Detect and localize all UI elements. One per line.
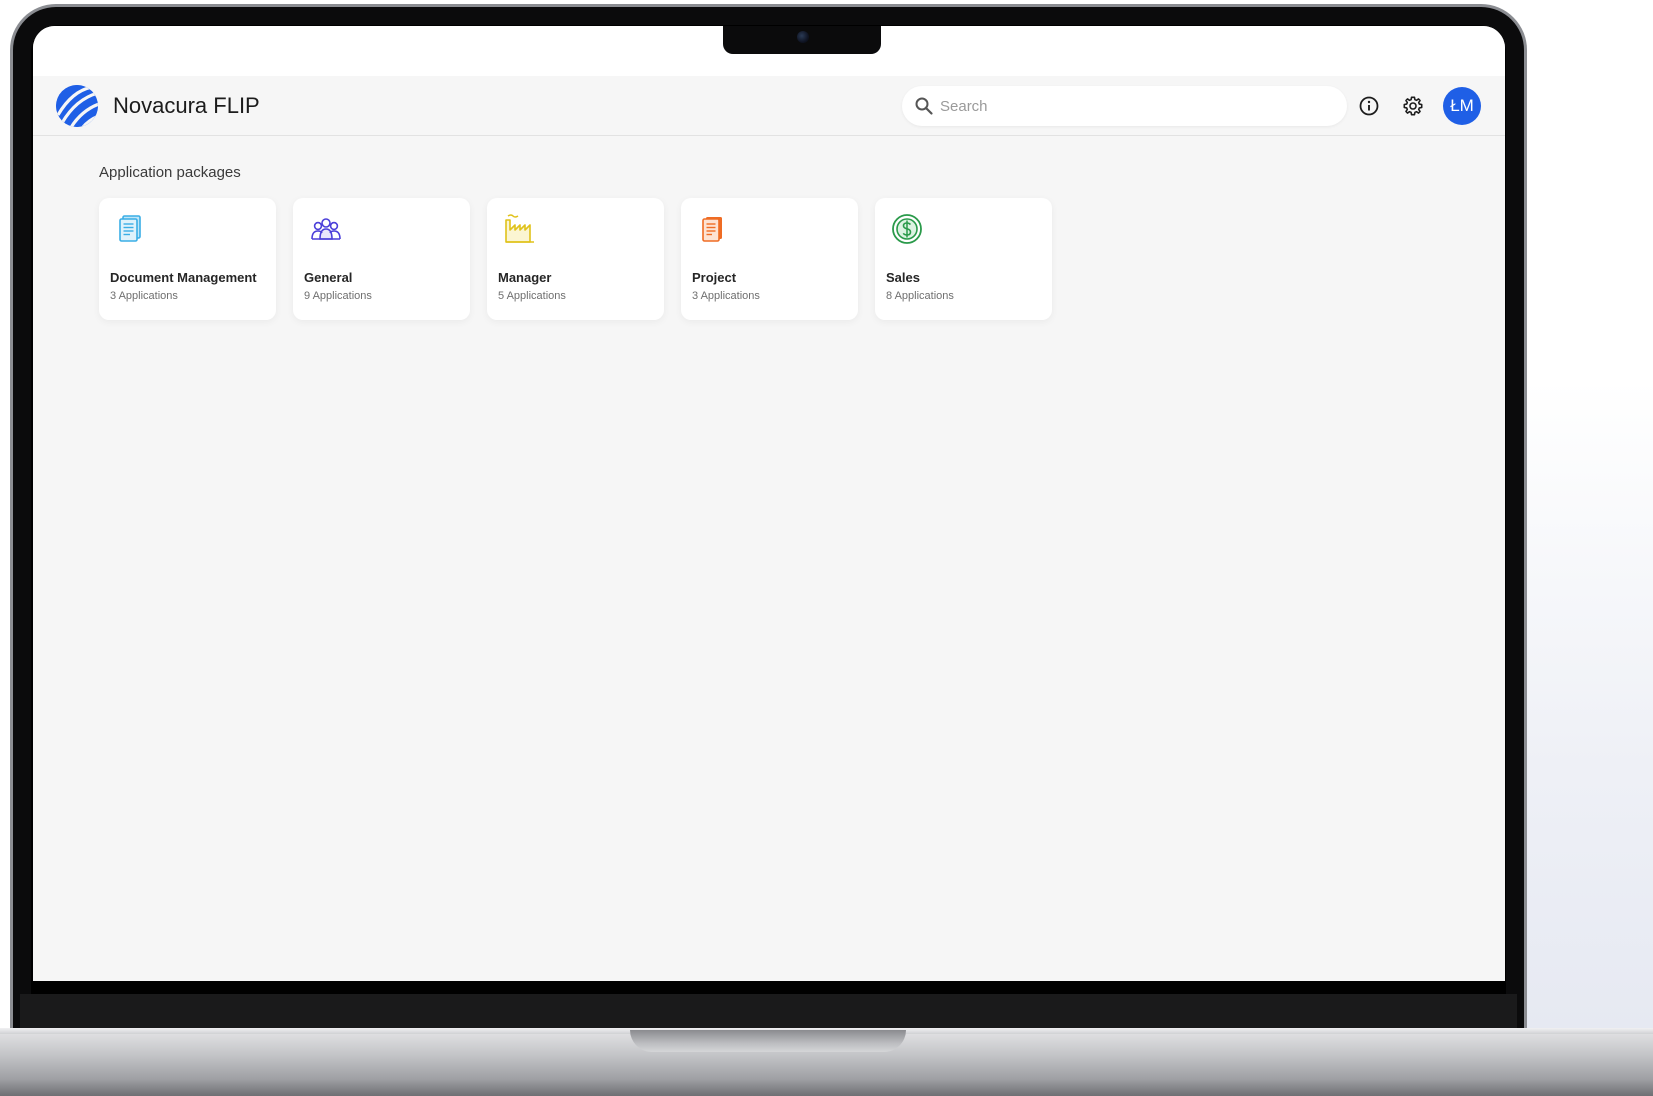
section-title: Application packages (99, 164, 241, 181)
screen: Novacura FLIP ŁM Application packages (33, 26, 1505, 981)
info-icon[interactable] (1357, 94, 1381, 118)
laptop-opening-groove (630, 1030, 906, 1052)
laptop-chin (20, 994, 1517, 1030)
package-count: 3 Applications (692, 290, 760, 302)
gear-icon[interactable] (1401, 94, 1425, 118)
package-name: Document Management (110, 270, 257, 285)
package-card-general[interactable]: General 9 Applications (293, 198, 470, 320)
package-name: General (304, 270, 353, 285)
search-icon (915, 97, 933, 115)
package-name: Sales (886, 270, 920, 285)
app-header: Novacura FLIP ŁM (33, 76, 1505, 136)
package-count: 9 Applications (304, 290, 372, 302)
package-count: 8 Applications (886, 290, 954, 302)
package-card-sales[interactable]: Sales 8 Applications (875, 198, 1052, 320)
novacura-logo-icon[interactable] (56, 85, 98, 127)
app-title: Novacura FLIP (113, 93, 260, 118)
clipboard-icon (702, 217, 722, 242)
camera-icon (797, 31, 809, 43)
package-card-project[interactable]: Project 3 Applications (681, 198, 858, 320)
package-name: Project (692, 270, 737, 285)
package-name: Manager (498, 270, 552, 285)
document-icon (119, 215, 141, 242)
package-count: 5 Applications (498, 290, 566, 302)
dollar-coin-icon (892, 214, 922, 244)
users-group-icon (311, 218, 341, 240)
package-card-document-management[interactable]: Document Management 3 Applications (99, 198, 276, 320)
package-count: 3 Applications (110, 290, 178, 302)
user-avatar[interactable]: ŁM (1443, 87, 1481, 125)
package-cards: Document Management 3 Applications Gener… (99, 198, 1052, 320)
search-input[interactable] (940, 92, 1330, 120)
search-box[interactable] (902, 86, 1347, 126)
factory-icon (505, 214, 534, 243)
package-card-manager[interactable]: Manager 5 Applications (487, 198, 664, 320)
